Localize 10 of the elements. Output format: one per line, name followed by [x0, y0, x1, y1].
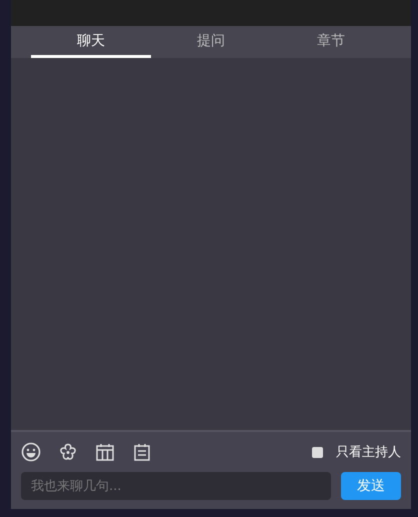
message-input[interactable]: 我也来聊几句... [21, 472, 331, 500]
checkbox[interactable] [312, 446, 323, 458]
send-button[interactable]: 发送 [341, 472, 401, 500]
checkbox-label[interactable]: 只看主持人 [336, 443, 401, 461]
tab[interactable]: 提问 [151, 26, 271, 58]
flower-icon[interactable] [58, 442, 78, 462]
tab[interactable]: 聊天 [31, 26, 151, 58]
tab[interactable]: 章节 [271, 26, 391, 58]
smiley-icon[interactable] [21, 442, 41, 462]
notes-icon[interactable] [132, 442, 152, 462]
